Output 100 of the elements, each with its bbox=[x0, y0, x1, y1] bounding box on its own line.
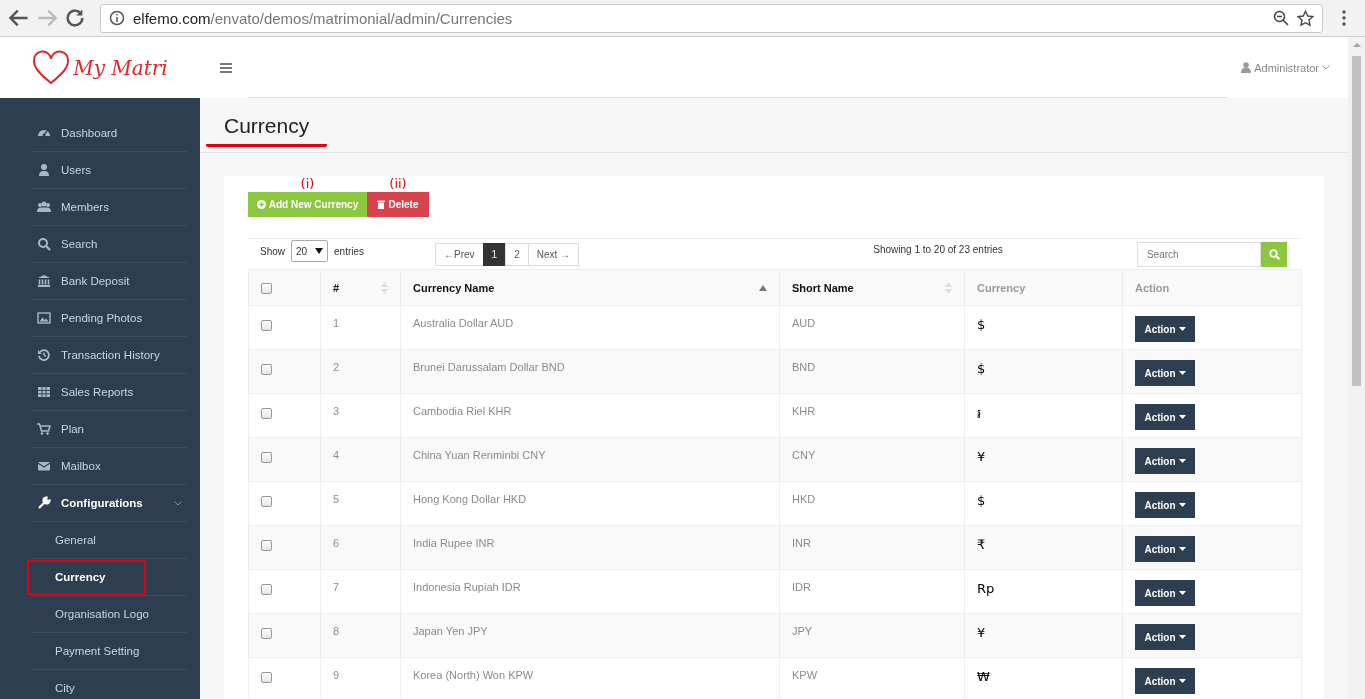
sidebar-subitem[interactable]: Organisation Logo bbox=[27, 596, 151, 632]
envelope-icon bbox=[37, 459, 51, 473]
table-cell: 9 bbox=[333, 669, 340, 681]
pagination-button[interactable]: ←Prev bbox=[435, 242, 484, 266]
action-button[interactable]: Action bbox=[1135, 404, 1195, 430]
search-icon bbox=[37, 237, 51, 251]
sidebar-item[interactable]: Members bbox=[31, 189, 188, 226]
sidebar-item[interactable]: Pending Photos bbox=[31, 300, 188, 337]
caret-icon bbox=[1178, 547, 1186, 551]
table-cell: Brunei Darussalam Dollar BND bbox=[413, 361, 565, 373]
action-button[interactable]: Action bbox=[1135, 316, 1195, 342]
table-cell: IDR bbox=[792, 581, 811, 593]
scrollbar-thumb[interactable] bbox=[1352, 56, 1361, 386]
sidebar-item[interactable]: Sales Reports bbox=[31, 374, 188, 411]
checkbox[interactable] bbox=[261, 363, 272, 375]
sidebar-item[interactable]: Dashboard bbox=[31, 115, 188, 152]
table-icon bbox=[37, 385, 51, 399]
column-header[interactable]: # bbox=[333, 281, 340, 294]
entries-info: Showing 1 to 20 of 23 entries bbox=[873, 243, 1003, 255]
checkbox[interactable] bbox=[261, 319, 272, 331]
table-cell: 6 bbox=[333, 537, 340, 549]
chevron-down-icon bbox=[1322, 65, 1330, 70]
image-icon bbox=[37, 311, 51, 325]
caret-icon bbox=[1178, 371, 1186, 375]
currency-symbol: Rp bbox=[977, 581, 995, 596]
reload-icon[interactable] bbox=[64, 7, 86, 29]
delete-button[interactable]: Delete bbox=[367, 192, 429, 217]
checkbox[interactable] bbox=[261, 495, 272, 507]
action-button[interactable]: Action bbox=[1135, 492, 1195, 518]
search-field[interactable]: Search bbox=[1137, 241, 1261, 267]
sidebar-item[interactable]: Users bbox=[31, 152, 188, 189]
checkbox[interactable] bbox=[261, 282, 272, 294]
table-cell: 3 bbox=[333, 405, 340, 417]
logo-text: My Matri bbox=[73, 55, 168, 80]
url-text: elfemo.com/envato/demos/matrimonial/admin/Currencies bbox=[133, 9, 513, 27]
table-cell: 2 bbox=[333, 361, 340, 373]
checkbox[interactable] bbox=[261, 407, 272, 419]
column-header: Action bbox=[1135, 281, 1170, 294]
sidebar-item[interactable]: Configurations bbox=[31, 485, 188, 522]
pagination-button[interactable]: 2 bbox=[505, 242, 529, 266]
search-button[interactable] bbox=[1261, 241, 1287, 267]
menu-icon[interactable] bbox=[220, 62, 232, 73]
currency-symbol: $ bbox=[977, 361, 986, 376]
page-size-select[interactable]: 20 bbox=[291, 240, 328, 262]
action-button[interactable]: Action bbox=[1135, 448, 1195, 474]
table-cell: 7 bbox=[333, 581, 340, 593]
sidebar-subitem[interactable]: City bbox=[27, 670, 77, 699]
sidebar-item[interactable]: Plan bbox=[31, 411, 188, 448]
table-cell: 8 bbox=[333, 625, 340, 637]
annotation-label: (i) bbox=[300, 176, 315, 192]
star-icon[interactable] bbox=[1297, 9, 1314, 27]
plus-circle-icon bbox=[256, 200, 266, 209]
wrench-icon bbox=[37, 496, 51, 510]
table-cell: INR bbox=[792, 537, 811, 549]
sidebar-subitem[interactable]: General bbox=[27, 522, 98, 558]
table-cell: 1 bbox=[333, 317, 340, 329]
sidebar-item[interactable]: Bank Deposit bbox=[31, 263, 188, 300]
column-header[interactable]: Short Name bbox=[792, 281, 854, 294]
pagination-button[interactable]: Next → bbox=[527, 242, 580, 266]
pagination-button[interactable]: 1 bbox=[482, 242, 507, 266]
sort-ascending-icon[interactable] bbox=[759, 284, 767, 291]
user-icon bbox=[37, 163, 51, 177]
currency-symbol: $ bbox=[977, 493, 986, 508]
sidebar-item[interactable]: Transaction History bbox=[31, 337, 188, 374]
checkbox[interactable] bbox=[261, 451, 272, 463]
back-icon[interactable] bbox=[8, 7, 30, 29]
action-button[interactable]: Action bbox=[1135, 668, 1195, 694]
page-title: Currency bbox=[206, 113, 328, 147]
sidebar-subitem[interactable]: Payment Setting bbox=[27, 633, 142, 669]
table-cell: JPY bbox=[792, 625, 813, 637]
checkbox[interactable] bbox=[261, 583, 272, 595]
currency-symbol: ₩ bbox=[977, 669, 990, 684]
entries-label: entries bbox=[334, 245, 365, 257]
user-menu[interactable]: Administrator bbox=[1241, 61, 1330, 74]
heart-icon bbox=[32, 49, 71, 86]
sidebar-subitem[interactable]: Currency bbox=[27, 559, 146, 595]
history-icon bbox=[37, 348, 51, 362]
table-cell: Japan Yen JPY bbox=[413, 625, 488, 637]
sidebar-item[interactable]: Mailbox bbox=[31, 448, 188, 485]
checkbox[interactable] bbox=[261, 671, 272, 683]
show-label: Show bbox=[260, 245, 285, 257]
checkbox[interactable] bbox=[261, 627, 272, 639]
action-button[interactable]: Action bbox=[1135, 624, 1195, 650]
table-cell: 4 bbox=[333, 449, 340, 461]
table-cell: AUD bbox=[792, 317, 816, 329]
caret-icon bbox=[1178, 415, 1186, 419]
zoom-out-icon[interactable] bbox=[1273, 10, 1289, 26]
column-header[interactable]: Currency Name bbox=[413, 281, 495, 294]
currency-symbol: ₹ bbox=[977, 537, 986, 552]
trash-icon bbox=[377, 200, 386, 209]
action-button[interactable]: Action bbox=[1135, 360, 1195, 386]
currency-symbol: ¥ bbox=[977, 625, 986, 640]
action-button[interactable]: Action bbox=[1135, 536, 1195, 562]
sidebar-item[interactable]: Search bbox=[31, 226, 188, 263]
currency-symbol: ៛ bbox=[977, 406, 981, 421]
caret-icon bbox=[1178, 459, 1186, 463]
action-button[interactable]: Action bbox=[1135, 580, 1195, 606]
address-bar[interactable]: elfemo.com/envato/demos/matrimonial/admin/Currencies bbox=[100, 3, 1323, 33]
table-cell: Australia Dollar AUD bbox=[413, 317, 514, 329]
checkbox[interactable] bbox=[261, 539, 272, 551]
